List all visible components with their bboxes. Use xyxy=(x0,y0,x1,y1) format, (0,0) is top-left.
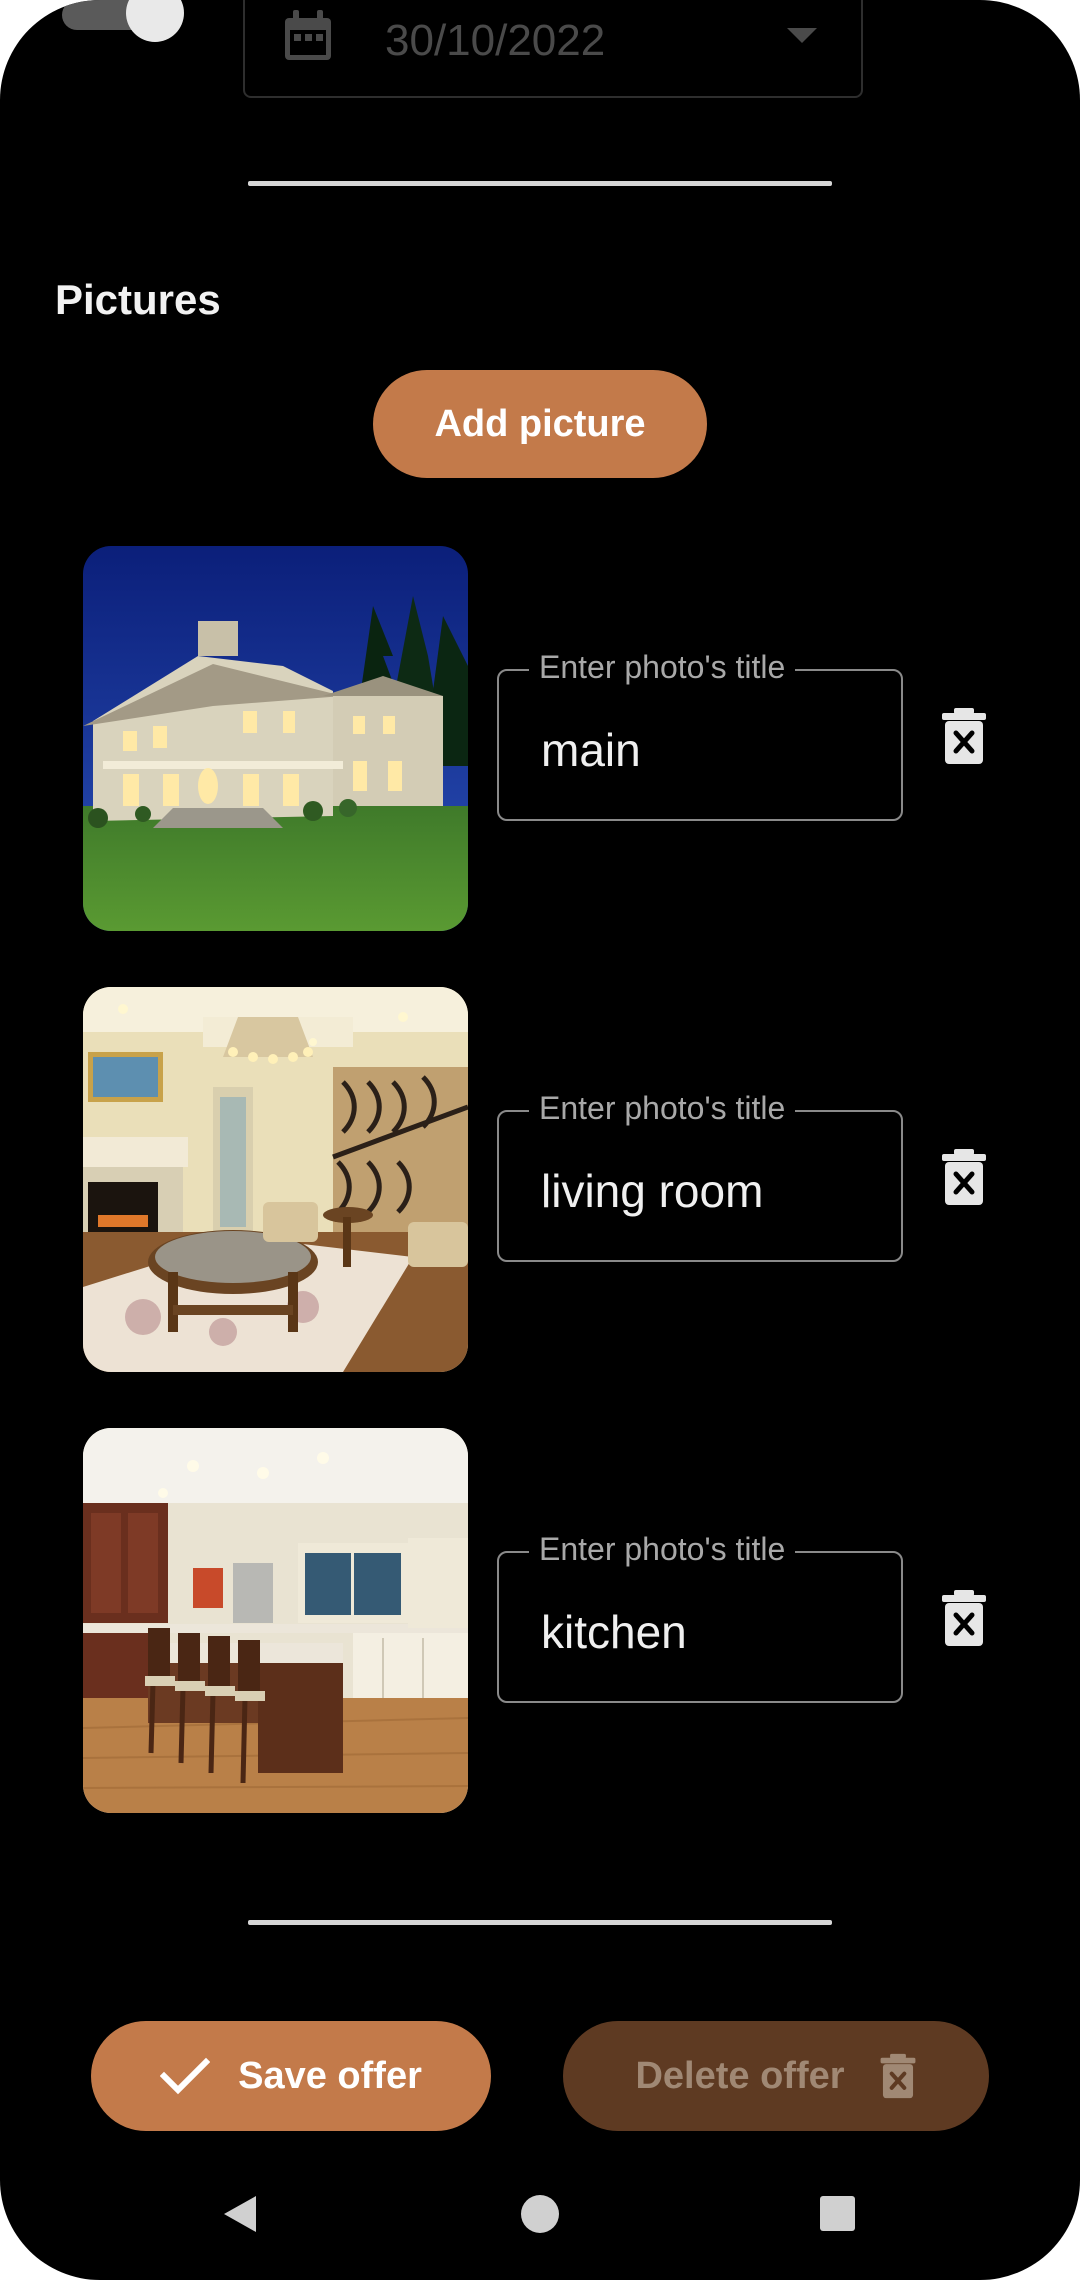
photo-title-value[interactable]: kitchen xyxy=(541,1605,687,1659)
screen: 30/10/2022 Pictures Add picture Enter ph… xyxy=(0,0,1080,2280)
photo-title-field[interactable]: Enter photo's title main xyxy=(497,649,903,821)
section-divider xyxy=(248,181,832,186)
photo-title-value[interactable]: main xyxy=(541,723,641,777)
photo-thumbnail-living-room[interactable] xyxy=(83,987,468,1372)
toggle-switch[interactable] xyxy=(62,0,184,42)
house-photo xyxy=(83,546,468,931)
save-offer-button[interactable]: Save offer xyxy=(91,2021,491,2131)
section-divider xyxy=(248,1920,832,1925)
save-offer-label: Save offer xyxy=(238,2054,422,2097)
kitchen-photo xyxy=(83,1428,468,1813)
delete-photo-icon[interactable] xyxy=(940,1590,988,1646)
delete-offer-button[interactable]: Delete offer xyxy=(563,2021,989,2131)
home-icon[interactable] xyxy=(521,2195,559,2233)
toggle-knob[interactable] xyxy=(126,0,184,42)
photo-title-label: Enter photo's title xyxy=(529,649,796,686)
living-room-photo xyxy=(83,987,468,1372)
system-navigation-bar xyxy=(0,2170,1080,2260)
photo-title-field[interactable]: Enter photo's title kitchen xyxy=(497,1531,903,1703)
photo-thumbnail-kitchen[interactable] xyxy=(83,1428,468,1813)
delete-icon xyxy=(879,2052,917,2100)
check-icon xyxy=(160,2056,211,2096)
photo-row: Enter photo's title kitchen xyxy=(0,1428,1080,1814)
delete-offer-label: Delete offer xyxy=(635,2054,845,2097)
delete-photo-icon[interactable] xyxy=(940,1149,988,1205)
add-picture-button[interactable]: Add picture xyxy=(373,370,707,478)
photo-title-label: Enter photo's title xyxy=(529,1090,796,1127)
photo-thumbnail-house[interactable] xyxy=(83,546,468,931)
date-dropdown[interactable]: 30/10/2022 xyxy=(243,0,863,98)
photo-title-value[interactable]: living room xyxy=(541,1164,763,1218)
calendar-icon xyxy=(285,10,331,60)
recent-apps-icon[interactable] xyxy=(820,2196,855,2231)
pictures-heading: Pictures xyxy=(55,276,221,323)
date-value: 30/10/2022 xyxy=(385,16,606,65)
photo-row: Enter photo's title living room xyxy=(0,987,1080,1373)
photo-row: Enter photo's title main xyxy=(0,546,1080,932)
delete-photo-icon[interactable] xyxy=(940,708,988,764)
chevron-down-icon xyxy=(787,28,817,43)
photo-title-field[interactable]: Enter photo's title living room xyxy=(497,1090,903,1262)
back-icon[interactable] xyxy=(224,2196,256,2232)
photo-title-label: Enter photo's title xyxy=(529,1531,796,1568)
